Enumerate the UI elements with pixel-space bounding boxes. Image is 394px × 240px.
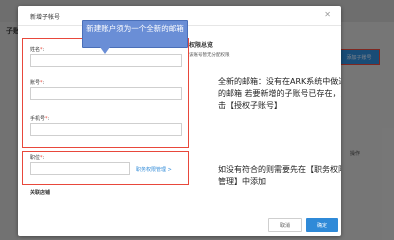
permission-overview-desc: 该账号暂无分配权限: [189, 53, 230, 58]
annotation-main-note: 全新的邮箱：没有在ARK系统中做过注册的邮箱 若要新增的子账号已存在，则可点击【…: [218, 77, 341, 110]
confirm-button[interactable]: 确定: [306, 218, 338, 232]
cancel-button[interactable]: 取消: [268, 218, 302, 232]
modal-title: 新增子帐号: [30, 14, 61, 21]
callout-bubble: 新建账户须为一个全新的邮箱: [82, 20, 188, 48]
phone-label: 手机号*:: [30, 116, 50, 122]
role-select[interactable]: [30, 162, 130, 175]
callout-tail: [100, 47, 110, 54]
phone-field[interactable]: [30, 123, 182, 136]
permission-overview-title: 权限总览: [189, 42, 214, 49]
name-label: 姓名*:: [30, 47, 45, 53]
add-sub-account-modal: 新增子帐号 ✕ 姓名*: 账号*: 手机号*: 职位*: 职务权限管理 > 关联…: [18, 6, 341, 236]
job-permission-manage-link[interactable]: 职务权限管理 >: [136, 166, 172, 173]
name-field[interactable]: [30, 54, 182, 67]
account-label: 账号*:: [30, 80, 45, 86]
associated-store-label: 关联店铺: [30, 190, 51, 196]
account-email-field[interactable]: [30, 87, 182, 100]
annotation-sub-note: 如没有符合的则需要先在【职务权限管理】中添加: [218, 165, 341, 186]
role-label: 职位*:: [30, 155, 45, 161]
close-icon[interactable]: ✕: [324, 11, 331, 19]
